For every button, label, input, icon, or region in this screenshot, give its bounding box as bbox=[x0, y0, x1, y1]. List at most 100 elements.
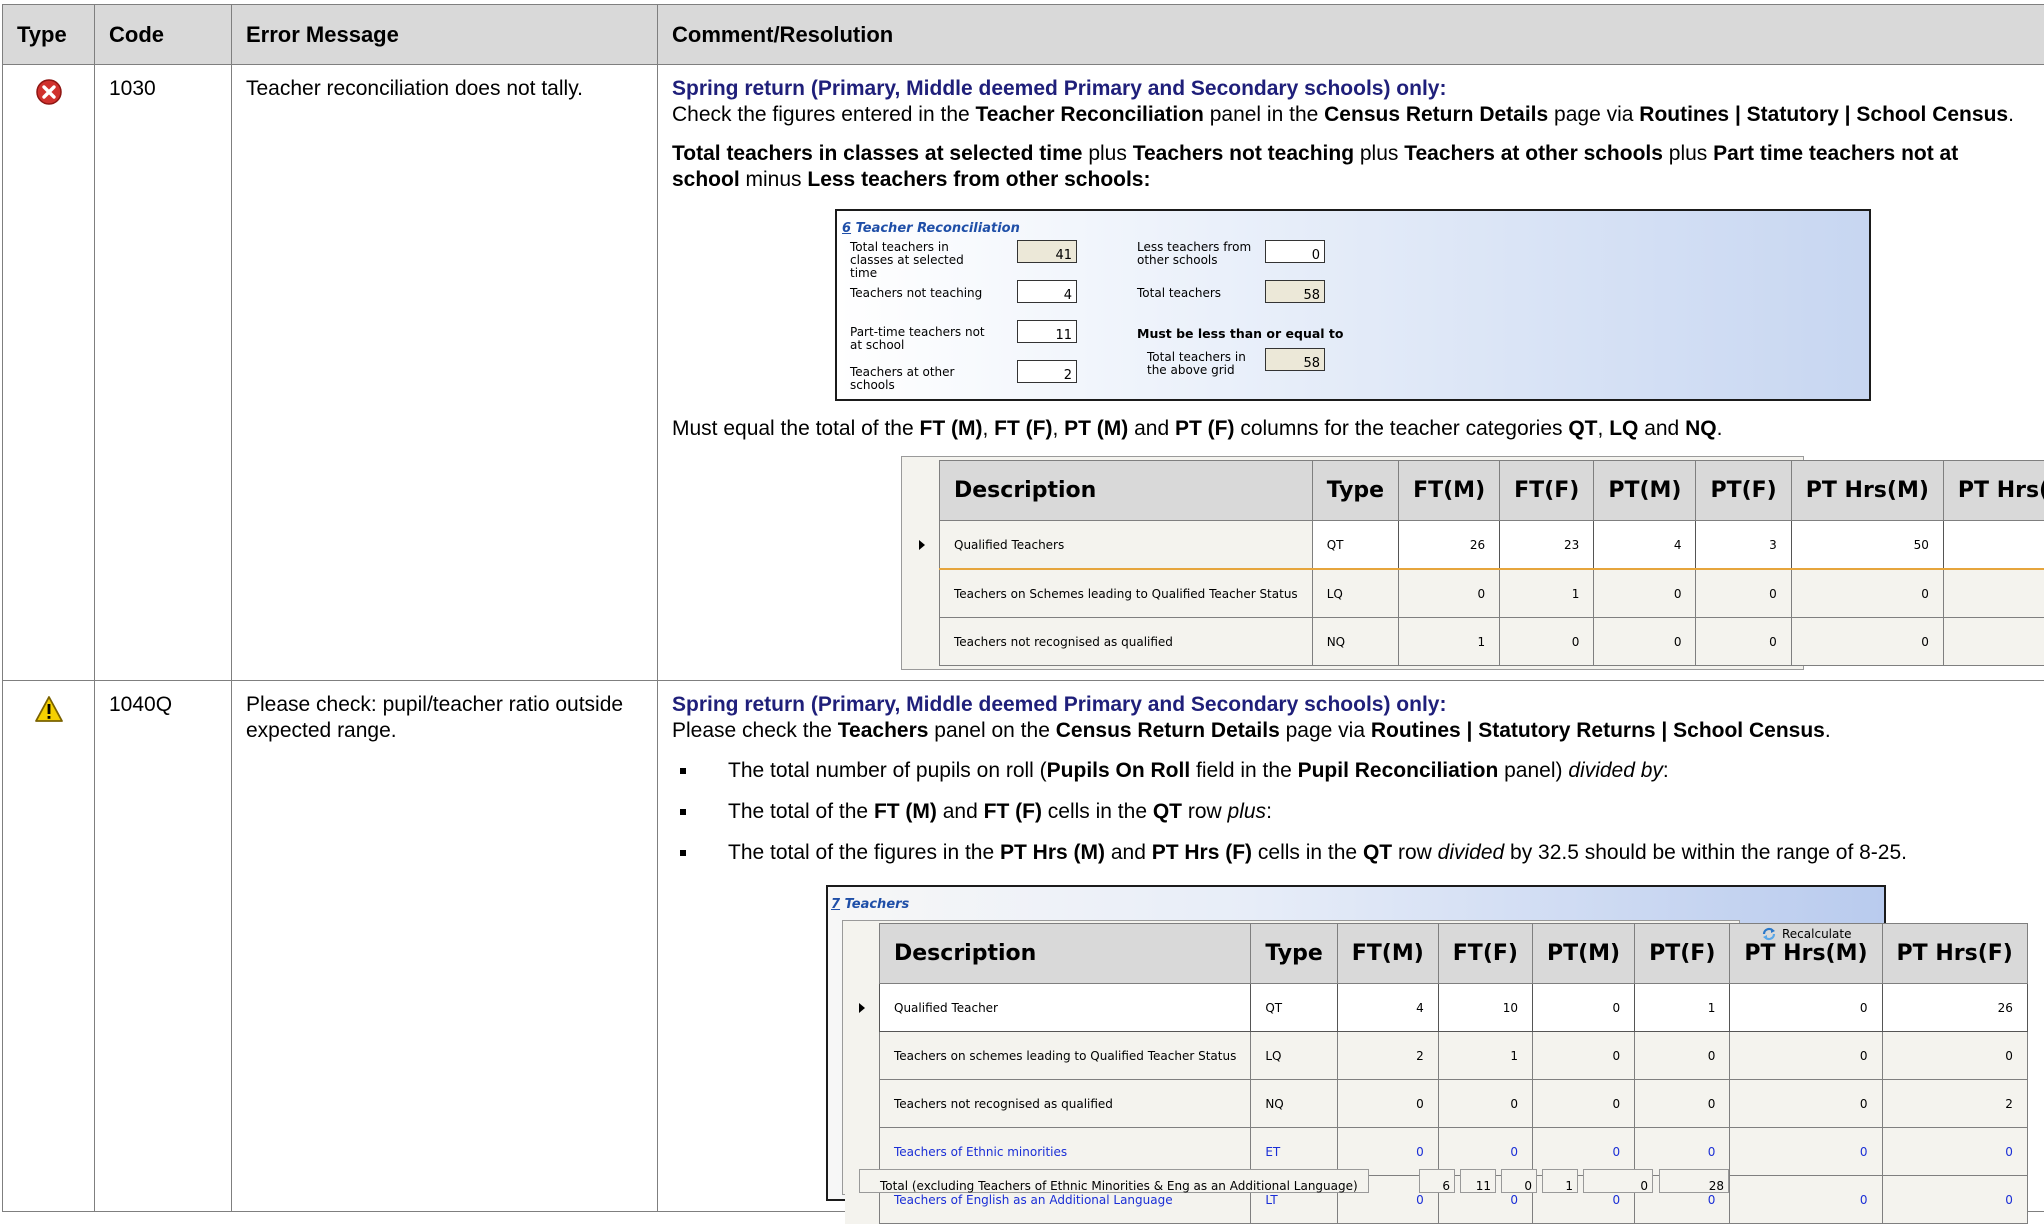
cell-ftm[interactable]: 1 bbox=[1399, 618, 1500, 666]
label-part-time: Part-time teachers not at school bbox=[850, 326, 990, 352]
part-time-field[interactable]: 11 bbox=[1017, 320, 1077, 343]
list-item: The total number of pupils on roll (Pupi… bbox=[672, 758, 2030, 784]
col-ptf: PT(F) bbox=[1635, 924, 1730, 984]
row-pointer-icon bbox=[919, 540, 925, 550]
cell-pthrsm[interactable]: 0 bbox=[1791, 569, 1943, 618]
cell-ftm[interactable]: 4 bbox=[1337, 984, 1438, 1032]
cell-ptf[interactable]: 0 bbox=[1696, 618, 1791, 666]
cell-pthrsf[interactable]: 2 bbox=[1882, 1080, 2027, 1128]
table-row[interactable]: Qualified Teachers QT 26 23 4 3 50 58 bbox=[905, 521, 2044, 570]
table-row[interactable]: Qualified Teacher QT 4 10 0 1 0 26 bbox=[845, 984, 2027, 1032]
cell-pthrsm[interactable]: 0 bbox=[1730, 984, 1882, 1032]
cell-pthrsm[interactable]: 0 bbox=[1730, 1080, 1882, 1128]
must-be-less-label: Must be less than or equal to bbox=[1137, 321, 1344, 347]
row-pointer bbox=[845, 1080, 880, 1128]
col-ptm: PT(M) bbox=[1532, 924, 1634, 984]
cell-pthrsf[interactable]: 0 bbox=[1943, 618, 2044, 666]
total-ptm: 0 bbox=[1501, 1169, 1537, 1193]
cell-ptm[interactable]: 0 bbox=[1532, 1080, 1634, 1128]
total-ptf: 1 bbox=[1542, 1169, 1578, 1193]
message-cell: Teacher reconciliation does not tally. bbox=[232, 65, 658, 681]
cell-ptf[interactable]: 3 bbox=[1696, 521, 1791, 570]
panel-title: 6 Teacher Reconciliation bbox=[842, 216, 1020, 242]
cell-ptm[interactable]: 0 bbox=[1532, 984, 1634, 1032]
cell-ptm[interactable]: 0 bbox=[1594, 569, 1696, 618]
code-cell: 1040Q bbox=[95, 681, 232, 1212]
at-other-schools-field[interactable]: 2 bbox=[1017, 360, 1077, 383]
cell-description: Teachers not recognised as qualified bbox=[940, 618, 1313, 666]
cell-pthrsm[interactable]: 0 bbox=[1730, 1032, 1882, 1080]
type-cell bbox=[3, 65, 95, 681]
row-pointer-icon bbox=[859, 1003, 865, 1013]
cell-pthrsm[interactable]: 50 bbox=[1791, 521, 1943, 570]
table-header-row: Type Code Error Message Comment/Resoluti… bbox=[3, 5, 2044, 65]
cell-ftm[interactable]: 2 bbox=[1337, 1032, 1438, 1080]
cell-ftf[interactable]: 0 bbox=[1500, 618, 1594, 666]
less-from-other-field[interactable]: 0 bbox=[1265, 240, 1325, 263]
cell-ptf[interactable]: 0 bbox=[1696, 569, 1791, 618]
cell-ptm[interactable]: 4 bbox=[1594, 521, 1696, 570]
formula-text: Total teachers in classes at selected ti… bbox=[672, 141, 2030, 193]
cell-ftf[interactable]: 10 bbox=[1438, 984, 1532, 1032]
cell-type: NQ bbox=[1251, 1080, 1337, 1128]
cell-pthrsf[interactable]: 0 bbox=[1943, 569, 2044, 618]
label-total-in-classes: Total teachers in classes at selected ti… bbox=[850, 241, 990, 280]
cell-ptm[interactable]: 0 bbox=[1532, 1032, 1634, 1080]
cell-pthrsm[interactable]: 0 bbox=[1730, 1128, 1882, 1176]
total-in-classes-field: 41 bbox=[1017, 240, 1077, 263]
row-pointer bbox=[905, 521, 940, 570]
cell-ptf[interactable]: 0 bbox=[1635, 1032, 1730, 1080]
col-ftm: FT(M) bbox=[1399, 461, 1500, 521]
cell-ftf[interactable]: 23 bbox=[1500, 521, 1594, 570]
label-less-from-other: Less teachers from other schools bbox=[1137, 241, 1267, 267]
list-item: The total of the FT (M) and FT (F) cells… bbox=[672, 799, 2030, 825]
cell-ftf[interactable]: 0 bbox=[1438, 1080, 1532, 1128]
warning-icon bbox=[34, 695, 64, 723]
cell-ptm[interactable]: 0 bbox=[1594, 618, 1696, 666]
cell-type: NQ bbox=[1312, 618, 1398, 666]
table-row[interactable]: Teachers on schemes leading to Qualified… bbox=[845, 1032, 2027, 1080]
table-row[interactable]: Teachers not recognised as qualified NQ … bbox=[905, 618, 2044, 666]
cell-pthrsf[interactable]: 58 bbox=[1943, 521, 2044, 570]
list-item: The total of the figures in the PT Hrs (… bbox=[672, 840, 2030, 866]
cell-pthrsf[interactable]: 0 bbox=[1882, 1128, 2027, 1176]
cell-ftf[interactable]: 1 bbox=[1500, 569, 1594, 618]
col-pthrsf: PT Hrs(F) bbox=[1943, 461, 2044, 521]
col-type: Type bbox=[1251, 924, 1337, 984]
error-table: Type Code Error Message Comment/Resoluti… bbox=[2, 4, 2044, 1212]
cell-ftm[interactable]: 26 bbox=[1399, 521, 1500, 570]
row-pointer bbox=[845, 1032, 880, 1080]
table-row[interactable]: Teachers on Schemes leading to Qualified… bbox=[905, 569, 2044, 618]
col-description: Description bbox=[940, 461, 1313, 521]
header-code: Code bbox=[95, 5, 232, 65]
recalculate-button[interactable]: Recalculate bbox=[1761, 921, 1851, 947]
cell-pthrsm[interactable]: 0 bbox=[1791, 618, 1943, 666]
total-pthrsm: 0 bbox=[1583, 1169, 1653, 1193]
row-pointer bbox=[905, 569, 940, 618]
cell-ftm[interactable]: 0 bbox=[1337, 1080, 1438, 1128]
teachers-panel: 7 Teachers Description Type FT(M) FT(F) … bbox=[826, 885, 1886, 1201]
cell-ptf[interactable]: 0 bbox=[1635, 1080, 1730, 1128]
cell-description: Teachers on Schemes leading to Qualified… bbox=[940, 569, 1313, 618]
bullet-icon bbox=[680, 850, 686, 856]
col-ftf: FT(F) bbox=[1500, 461, 1594, 521]
table-row: 1040Q Please check: pupil/teacher ratio … bbox=[3, 681, 2044, 1212]
cell-description: Teachers on schemes leading to Qualified… bbox=[880, 1032, 1251, 1080]
cell-pthrsf[interactable]: 0 bbox=[1882, 1032, 2027, 1080]
spring-return-heading: Spring return (Primary, Middle deemed Pr… bbox=[672, 692, 2030, 718]
cell-ptf[interactable]: 1 bbox=[1635, 984, 1730, 1032]
cell-pthrsm[interactable]: 0 bbox=[1730, 1176, 1882, 1224]
table-row[interactable]: Teachers not recognised as qualified NQ … bbox=[845, 1080, 2027, 1128]
small-grid-table: Description Type FT(M) FT(F) PT(M) PT(F)… bbox=[905, 460, 2044, 666]
not-teaching-field[interactable]: 4 bbox=[1017, 280, 1077, 303]
type-cell bbox=[3, 681, 95, 1212]
check-instruction: Check the figures entered in the Teacher… bbox=[672, 102, 2030, 128]
cell-pthrsf[interactable]: 0 bbox=[1882, 1176, 2027, 1224]
cell-pthrsf[interactable]: 26 bbox=[1882, 984, 2027, 1032]
col-ptm: PT(M) bbox=[1594, 461, 1696, 521]
cell-ftf[interactable]: 1 bbox=[1438, 1032, 1532, 1080]
message-cell: Please check: pupil/teacher ratio outsid… bbox=[232, 681, 658, 1212]
cell-ftm[interactable]: 0 bbox=[1399, 569, 1500, 618]
col-ftf: FT(F) bbox=[1438, 924, 1532, 984]
totals-label: Total (excluding Teachers of Ethnic Mino… bbox=[859, 1169, 1369, 1193]
